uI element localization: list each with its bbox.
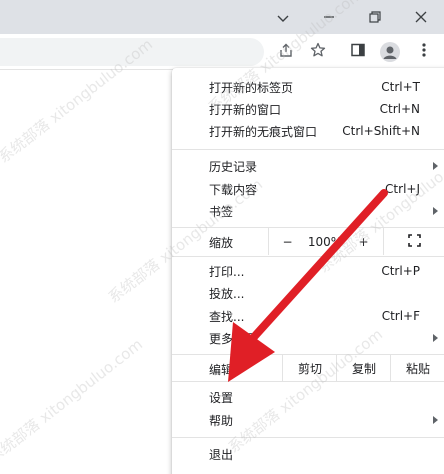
menu-item-label: 查找... — [209, 309, 245, 324]
submenu-arrow-icon — [433, 207, 438, 215]
zoom-row: 缩放 − 100% + — [172, 228, 444, 256]
zoom-plus-text: + — [358, 234, 369, 249]
zoom-out-button[interactable]: − — [268, 228, 306, 255]
menu-divider — [172, 149, 444, 150]
side-panel-icon — [350, 42, 366, 62]
more-vert-icon — [421, 42, 427, 62]
zoom-minus-text: − — [282, 234, 293, 249]
edit-label: 编辑 — [209, 363, 234, 377]
menu-item-label: 书签 — [209, 204, 234, 219]
cut-button[interactable]: 剪切 — [282, 355, 337, 381]
paste-button[interactable]: 粘贴 — [390, 355, 444, 381]
menu-item-label: 更多工具 — [209, 331, 258, 346]
title-bar — [0, 0, 444, 34]
menu-item-shortcut: Ctrl+F — [381, 309, 420, 323]
menu-item-settings[interactable]: 设置 — [172, 386, 444, 408]
menu-item-history[interactable]: 历史记录 — [172, 155, 444, 177]
share-button[interactable] — [274, 40, 298, 64]
side-panel-button[interactable] — [346, 40, 370, 64]
restore-button[interactable] — [352, 0, 398, 34]
watermark: 系统部落 xitongbuluo.com — [0, 335, 147, 467]
zoom-in-button[interactable]: + — [345, 228, 382, 255]
menu-item-label: 帮助 — [209, 413, 234, 428]
menu-item-new-window[interactable]: 打开新的窗口 Ctrl+N — [172, 98, 444, 120]
address-bar[interactable] — [0, 38, 264, 66]
menu-item-find[interactable]: 查找... Ctrl+F — [172, 305, 444, 327]
menu-item-label: 打开新的窗口 — [209, 102, 282, 117]
minimize-icon — [323, 8, 335, 27]
menu-item-help[interactable]: 帮助 — [172, 409, 444, 431]
fullscreen-icon — [408, 233, 421, 250]
menu-item-more-tools[interactable]: 更多工具 — [172, 327, 444, 349]
menu-item-shortcut: Ctrl+J — [385, 182, 420, 196]
menu-item-label: 下载内容 — [209, 182, 258, 197]
menu-item-exit[interactable]: 退出 — [172, 443, 444, 465]
menu-item-label: 设置 — [209, 390, 234, 405]
submenu-arrow-icon — [433, 334, 438, 342]
copy-button[interactable]: 复制 — [336, 355, 391, 381]
chevron-down-icon — [277, 8, 289, 27]
close-button[interactable] — [398, 0, 444, 34]
menu-item-bookmarks[interactable]: 书签 — [172, 200, 444, 222]
submenu-arrow-icon — [433, 162, 438, 170]
menu-divider — [172, 256, 444, 257]
copy-label: 复制 — [351, 361, 376, 376]
menu-divider — [172, 381, 444, 382]
zoom-label: 缩放 — [209, 236, 234, 250]
minimize-button[interactable] — [306, 0, 352, 34]
zoom-value: 100% — [307, 234, 343, 249]
zoom-level: 100% — [305, 228, 345, 255]
tab-search-button[interactable] — [260, 0, 306, 34]
edit-row: 编辑 剪切 复制 粘贴 — [172, 355, 444, 382]
menu-item-print[interactable]: 打印... Ctrl+P — [172, 260, 444, 282]
menu-item-label: 退出 — [209, 447, 234, 462]
paste-label: 粘贴 — [405, 361, 430, 376]
menu-item-shortcut: Ctrl+T — [381, 80, 420, 94]
cut-label: 剪切 — [297, 361, 322, 376]
menu-item-label: 打开新的无痕式窗口 — [209, 124, 318, 139]
restore-icon — [369, 8, 381, 27]
profile-button[interactable] — [378, 40, 402, 64]
submenu-arrow-icon — [433, 416, 438, 424]
browser-window: 打开新的标签页 Ctrl+T 打开新的窗口 Ctrl+N 打开新的无痕式窗口 C… — [0, 0, 444, 474]
share-icon — [278, 42, 294, 62]
chrome-main-menu: 打开新的标签页 Ctrl+T 打开新的窗口 Ctrl+N 打开新的无痕式窗口 C… — [172, 68, 444, 474]
menu-item-downloads[interactable]: 下载内容 Ctrl+J — [172, 178, 444, 200]
menu-item-label: 历史记录 — [209, 159, 258, 174]
menu-item-label: 打开新的标签页 — [209, 80, 294, 95]
star-icon — [310, 42, 326, 62]
profile-icon — [380, 42, 400, 62]
menu-item-new-incognito-window[interactable]: 打开新的无痕式窗口 Ctrl+Shift+N — [172, 120, 444, 142]
menu-item-shortcut: Ctrl+P — [381, 264, 420, 278]
menu-item-shortcut: Ctrl+Shift+N — [342, 124, 420, 138]
more-menu-button[interactable] — [412, 40, 436, 64]
menu-item-label: 投放... — [209, 286, 245, 301]
fullscreen-button[interactable] — [383, 228, 444, 255]
menu-item-new-tab[interactable]: 打开新的标签页 Ctrl+T — [172, 76, 444, 98]
menu-divider — [172, 437, 444, 438]
menu-item-shortcut: Ctrl+N — [379, 102, 420, 116]
browser-toolbar — [0, 34, 444, 70]
close-icon — [415, 8, 427, 27]
menu-item-label: 打印... — [209, 264, 245, 279]
bookmark-star-button[interactable] — [306, 40, 330, 64]
menu-item-cast[interactable]: 投放... — [172, 282, 444, 304]
